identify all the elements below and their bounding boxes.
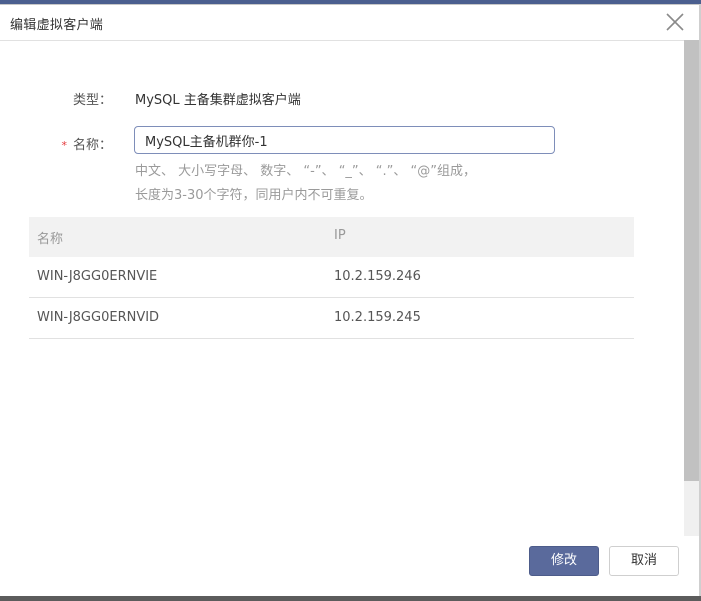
name-label: 名称： xyxy=(72,138,112,153)
column-header-name: 名称 xyxy=(37,232,64,247)
cell-name: WIN-J8GG0ERNVIE xyxy=(37,269,158,284)
cell-ip: 10.2.159.246 xyxy=(334,269,421,284)
type-label: 类型： xyxy=(72,93,112,108)
cell-ip: 10.2.159.245 xyxy=(334,310,421,325)
close-icon[interactable] xyxy=(665,12,685,32)
cell-name: WIN-J8GG0ERNVID xyxy=(37,310,160,325)
edit-virtual-client-dialog: 编辑虚拟客户端 类型： MySQL 主备集群虚拟客户端 * 名称： 中文、 大小写… xyxy=(0,4,701,597)
type-value: MySQL 主备集群虚拟客户端 xyxy=(135,93,301,108)
name-hint-line2: 长度为3-30个字符，同用户内不可重复。 xyxy=(135,188,373,203)
name-label-wrapper: * 名称： xyxy=(0,134,112,153)
table-row[interactable]: WIN-J8GG0ERNVID 10.2.159.245 xyxy=(29,298,634,339)
dialog-header: 编辑虚拟客户端 xyxy=(0,5,685,41)
scrollbar-thumb[interactable] xyxy=(684,40,699,481)
cancel-button[interactable]: 取消 xyxy=(609,546,679,576)
client-table: 名称 IP WIN-J8GG0ERNVIE 10.2.159.246 WIN-J… xyxy=(29,217,634,339)
dialog-title: 编辑虚拟客户端 xyxy=(10,18,104,33)
table-header: 名称 IP xyxy=(29,217,634,257)
name-hint-line1: 中文、 大小写字母、 数字、 “-”、 “_”、 “.”、 “@”组成， xyxy=(135,164,476,179)
column-header-ip: IP xyxy=(334,228,346,243)
confirm-button[interactable]: 修改 xyxy=(529,546,599,576)
required-mark: * xyxy=(61,139,67,152)
table-row[interactable]: WIN-J8GG0ERNVIE 10.2.159.246 xyxy=(29,257,634,298)
name-input[interactable] xyxy=(134,126,555,154)
bottom-edge-strip xyxy=(0,596,701,601)
